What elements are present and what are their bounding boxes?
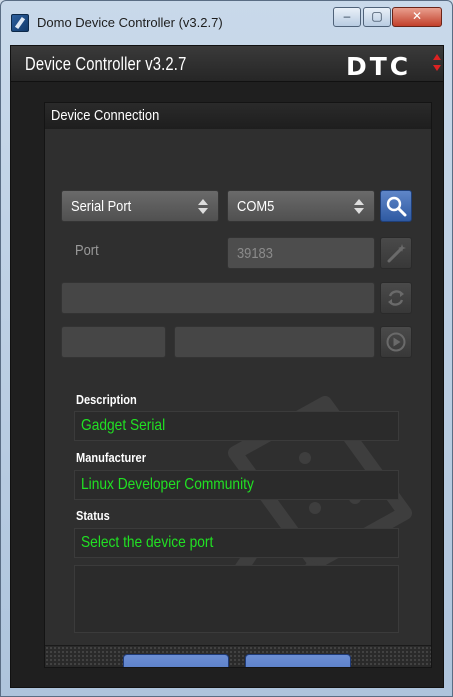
com-port-value: COM5 bbox=[237, 198, 275, 215]
manufacturer-box: Linux Developer Community bbox=[74, 470, 399, 500]
port-input[interactable]: 39183 bbox=[227, 237, 375, 269]
magic-wand-button[interactable] bbox=[380, 237, 412, 269]
cancel-button[interactable]: Cancel bbox=[245, 654, 351, 667]
device-address-input[interactable] bbox=[61, 282, 375, 314]
command-input[interactable] bbox=[174, 326, 375, 358]
secondary-input[interactable] bbox=[61, 326, 166, 358]
updown-arrow-icon bbox=[354, 199, 364, 215]
refresh-button[interactable] bbox=[380, 282, 412, 314]
app-icon bbox=[11, 14, 29, 32]
com-port-select[interactable]: COM5 bbox=[227, 190, 375, 222]
app-header: Device Controller v3.2.7 DTC bbox=[11, 46, 443, 82]
status-box: Select the device port bbox=[74, 528, 399, 558]
close-button[interactable]: ✕ bbox=[392, 7, 442, 27]
search-icon bbox=[386, 196, 407, 217]
magic-wand-icon bbox=[387, 244, 406, 263]
status-label: Status bbox=[76, 508, 110, 523]
description-label: Description bbox=[76, 392, 137, 407]
client-area: Device Controller v3.2.7 DTC Device Conn… bbox=[10, 45, 444, 688]
connect-button-label: Connect bbox=[150, 655, 201, 667]
port-label: Port bbox=[75, 242, 99, 259]
play-button[interactable] bbox=[380, 326, 412, 358]
manufacturer-value: Linux Developer Community bbox=[81, 476, 254, 493]
connection-type-value: Serial Port bbox=[71, 198, 132, 215]
status-value: Select the device port bbox=[81, 534, 214, 551]
search-button[interactable] bbox=[380, 190, 412, 222]
panel-header: Device Connection bbox=[45, 103, 431, 129]
play-icon bbox=[386, 332, 406, 352]
panel-title: Device Connection bbox=[51, 107, 160, 124]
updown-arrow-icon bbox=[198, 199, 208, 215]
refresh-icon bbox=[388, 290, 404, 306]
app-window: Domo Device Controller (v3.2.7) – ▢ ✕ De… bbox=[0, 0, 453, 697]
maximize-button[interactable]: ▢ bbox=[363, 7, 391, 27]
button-footer bbox=[45, 645, 431, 667]
connect-button[interactable]: Connect bbox=[123, 654, 229, 667]
notes-area bbox=[74, 565, 399, 633]
logo-arrows-icon bbox=[433, 54, 441, 74]
window-title: Domo Device Controller (v3.2.7) bbox=[37, 15, 223, 30]
title-bar[interactable]: Domo Device Controller (v3.2.7) – ▢ ✕ bbox=[1, 1, 452, 45]
manufacturer-label: Manufacturer bbox=[76, 450, 147, 465]
device-connection-panel: Device Connection Serial Port COM5 Port … bbox=[44, 102, 432, 668]
cancel-button-label: Cancel bbox=[277, 655, 320, 667]
port-value: 39183 bbox=[237, 245, 273, 262]
header-title: Device Controller v3.2.7 bbox=[25, 54, 187, 74]
minimize-button[interactable]: – bbox=[333, 7, 361, 27]
dtc-logo: DTC bbox=[346, 52, 412, 81]
description-box: Gadget Serial bbox=[74, 411, 399, 441]
connection-type-select[interactable]: Serial Port bbox=[61, 190, 219, 222]
description-value: Gadget Serial bbox=[81, 417, 166, 434]
